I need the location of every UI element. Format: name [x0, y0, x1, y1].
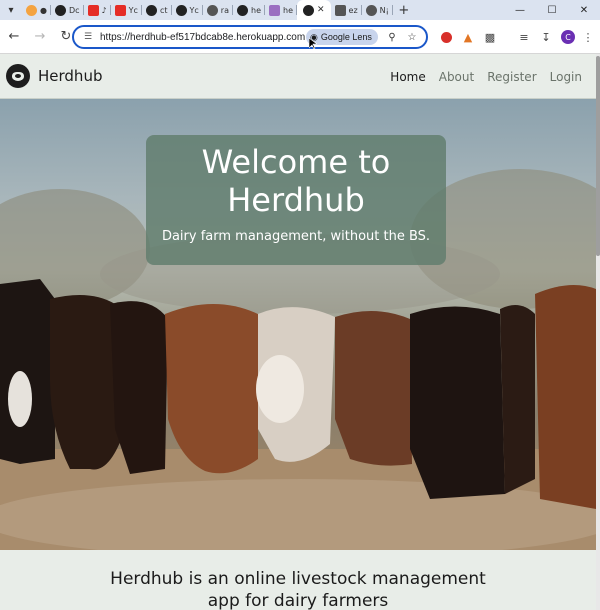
- browser-menu-icon[interactable]: ⋮: [578, 27, 598, 47]
- heroku-icon: [269, 4, 280, 16]
- brand-name[interactable]: Herdhub: [38, 67, 102, 85]
- bookmark-star-icon[interactable]: ☆: [404, 29, 420, 45]
- hero-card: Welcome to Herdhub Dairy farm management…: [146, 135, 446, 265]
- nav-about-link[interactable]: About: [439, 70, 474, 84]
- forward-icon[interactable]: →: [28, 25, 52, 49]
- hero-subtitle: Dairy farm management, without the BS.: [161, 229, 431, 244]
- audio-icon: ♪: [101, 5, 107, 15]
- hero-section: Welcome to Herdhub Dairy farm management…: [0, 99, 596, 550]
- tab-8[interactable]: he: [233, 0, 265, 20]
- extensions-puzzle-icon[interactable]: ▩: [480, 27, 500, 47]
- github-icon: [237, 4, 248, 16]
- tab-active[interactable]: ✕: [297, 0, 331, 20]
- nav-links: Home About Register Login: [390, 54, 582, 99]
- globe-icon: [365, 4, 377, 16]
- nav-login-link[interactable]: Login: [550, 70, 582, 84]
- tab-9[interactable]: he: [265, 0, 297, 20]
- mouse-cursor-icon: [309, 38, 317, 50]
- tab-7[interactable]: ra: [203, 0, 234, 20]
- nav-register-link[interactable]: Register: [487, 70, 536, 84]
- youtube-icon: [87, 4, 99, 16]
- tab-6[interactable]: Yc: [172, 0, 204, 20]
- metamask-extension-icon[interactable]: ▲: [458, 27, 478, 47]
- tab-4[interactable]: Yc: [111, 0, 143, 20]
- download-icon[interactable]: ↧: [536, 27, 556, 47]
- tab-5[interactable]: ct: [142, 0, 172, 20]
- profile-avatar[interactable]: C: [558, 27, 578, 47]
- tab-favicon: [26, 4, 37, 16]
- site-navbar: Herdhub Home About Register Login: [0, 54, 596, 99]
- about-section: Herdhub is an online livestock managemen…: [0, 550, 596, 610]
- url-text[interactable]: https://herdhub-ef517bdcab8e.herokuapp.c…: [100, 32, 305, 43]
- herdhub-logo-icon[interactable]: [6, 64, 30, 88]
- hero-title: Welcome to Herdhub: [201, 143, 391, 219]
- globe-icon: [206, 4, 218, 16]
- maximize-icon[interactable]: ☐: [536, 0, 568, 20]
- app-icon: [334, 4, 346, 16]
- address-bar[interactable]: ☰ https://herdhub-ef517bdcab8e.herokuapp…: [72, 25, 428, 49]
- github-icon: [145, 4, 157, 16]
- github-icon: [54, 4, 66, 16]
- scrollbar-thumb[interactable]: [596, 56, 600, 256]
- browser-toolbar: ← → ↻ ☰ https://herdhub-ef517bdcab8e.her…: [0, 20, 600, 54]
- herdhub-favicon: [303, 4, 314, 16]
- site-info-icon[interactable]: ☰: [78, 32, 98, 42]
- window-controls: — ☐ ✕: [504, 0, 600, 20]
- tab-3[interactable]: ♪: [84, 0, 111, 20]
- adblock-extension-icon[interactable]: [436, 27, 456, 47]
- close-window-icon[interactable]: ✕: [568, 0, 600, 20]
- new-tab-button[interactable]: +: [393, 3, 415, 18]
- nav-home-link[interactable]: Home: [390, 70, 425, 84]
- tab-12[interactable]: N¡: [362, 0, 394, 20]
- tab-2[interactable]: Dc: [51, 0, 84, 20]
- tab-11[interactable]: ez: [331, 0, 362, 20]
- zoom-icon[interactable]: ⚲: [384, 29, 400, 45]
- minimize-icon[interactable]: —: [504, 0, 536, 20]
- tab-1[interactable]: ●: [22, 0, 51, 20]
- reading-list-icon[interactable]: ≡: [514, 27, 534, 47]
- youtube-icon: [114, 4, 126, 16]
- tab-close-icon[interactable]: ✕: [317, 5, 325, 15]
- about-heading: Herdhub is an online livestock managemen…: [110, 569, 486, 610]
- github-icon: [175, 4, 187, 16]
- tab-strip: ▾ ● Dc ♪ Yc ct Yc ra he he ✕ ez N¡ + — ☐…: [0, 0, 600, 20]
- tab-search-button[interactable]: ▾: [0, 0, 22, 20]
- back-icon[interactable]: ←: [2, 25, 26, 49]
